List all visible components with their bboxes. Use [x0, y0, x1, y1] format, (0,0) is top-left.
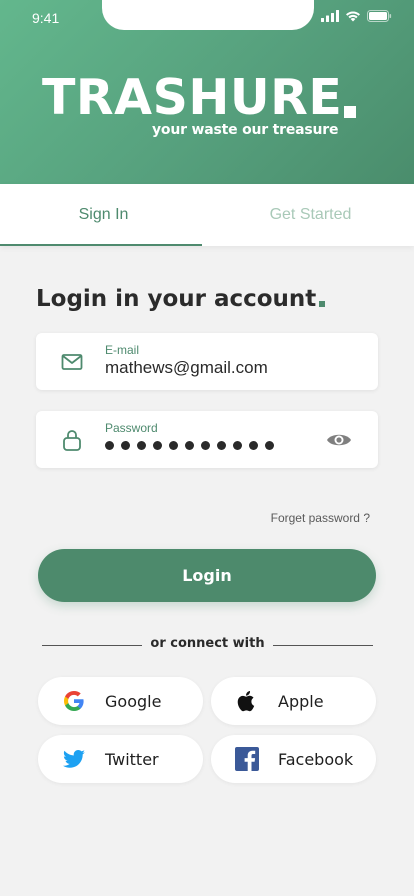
apple-login-button[interactable]: Apple [211, 677, 376, 725]
signal-icon [321, 10, 339, 22]
password-label: Password [105, 421, 158, 435]
password-mask-dot [217, 441, 226, 450]
password-mask-dot [265, 441, 274, 450]
forgot-password-link[interactable]: Forget password ? [271, 511, 370, 525]
twitter-label: Twitter [105, 750, 159, 769]
password-mask-dot [105, 441, 114, 450]
device-notch [102, 0, 314, 30]
brand-tagline: your waste our treasure [152, 122, 339, 138]
google-login-button[interactable]: Google [38, 677, 203, 725]
password-mask-dot [249, 441, 258, 450]
password-mask-dot [169, 441, 178, 450]
tab-sign-in[interactable]: Sign In [0, 184, 207, 246]
password-value[interactable] [105, 441, 274, 450]
eye-icon[interactable] [326, 431, 352, 449]
apple-label: Apple [278, 692, 324, 711]
password-mask-dot [153, 441, 162, 450]
divider-line-right [273, 645, 373, 646]
brand-dot [344, 106, 357, 118]
password-mask-dot [233, 441, 242, 450]
battery-icon [367, 10, 392, 22]
status-bar: 9:41 [0, 0, 414, 34]
email-label: E-mail [105, 343, 140, 357]
twitter-login-button[interactable]: Twitter [38, 735, 203, 783]
status-icons [321, 10, 392, 22]
mail-icon [61, 354, 83, 370]
wifi-icon [346, 11, 360, 22]
title-dot [319, 301, 326, 307]
hero-header: 9:41 TRASHURE your waste our treasure [0, 0, 414, 184]
facebook-login-button[interactable]: Facebook [211, 735, 376, 783]
login-button[interactable]: Login [38, 549, 376, 602]
apple-icon [237, 691, 255, 712]
social-divider: or connect with [42, 636, 373, 654]
tab-get-started[interactable]: Get Started [207, 184, 414, 246]
password-mask-dot [185, 441, 194, 450]
form-title: Login in your account [36, 286, 317, 312]
twitter-icon [63, 750, 85, 768]
google-icon [64, 691, 84, 711]
facebook-label: Facebook [278, 750, 354, 769]
password-mask-dot [201, 441, 210, 450]
email-value[interactable]: mathews@gmail.com [105, 358, 268, 378]
status-time: 9:41 [32, 10, 60, 26]
form-title-row: Login in your account [36, 286, 326, 312]
active-tab-indicator [0, 244, 202, 246]
brand-title-row: TRASHURE [42, 69, 357, 126]
facebook-icon [235, 747, 259, 771]
password-field[interactable]: Password [36, 411, 378, 468]
divider-text: or connect with [150, 636, 265, 651]
password-mask-dot [121, 441, 130, 450]
lock-icon [63, 430, 81, 451]
google-label: Google [105, 692, 162, 711]
email-field[interactable]: E-mail mathews@gmail.com [36, 333, 378, 390]
brand-title: TRASHURE [42, 69, 343, 126]
password-mask-dot [137, 441, 146, 450]
auth-tabs: Sign In Get Started [0, 184, 414, 246]
brand-logo: TRASHURE your waste our treasure [42, 69, 357, 138]
